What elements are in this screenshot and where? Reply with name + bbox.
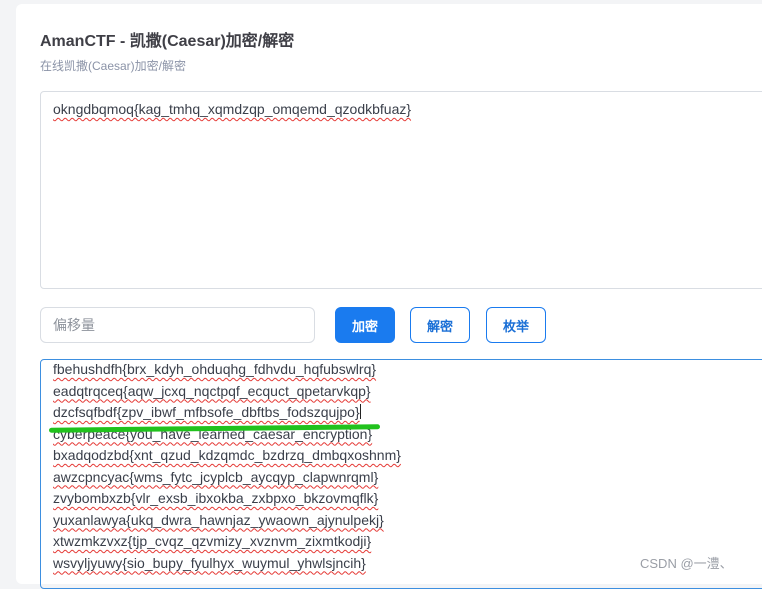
input-text: okngdbqmoq{kag_tmhq_xqmdzqp_omqemd_qzodk… [53, 101, 412, 117]
enumerate-button[interactable]: 枚举 [486, 307, 546, 343]
result-line: fbehushdfh{brx_kdyh_ohduqhg_fdhvdu_hqfub… [53, 361, 377, 377]
result-lines: fbehushdfh{brx_kdyh_ohduqhg_fdhvdu_hqfub… [53, 360, 762, 574]
encrypt-button[interactable]: 加密 [335, 307, 395, 343]
text-cursor [359, 404, 361, 419]
offset-input[interactable] [40, 307, 315, 343]
result-line: zvybombxzb{vlr_exsb_ibxokba_zxbpxo_bkzov… [53, 490, 379, 506]
result-line: eadqtrqceq{aqw_jcxq_nqctpqf_ecquct_qpeta… [53, 382, 371, 399]
result-line: awzcpncyac{wms_fytc_jcyplcb_aycqyp_clapw… [53, 468, 379, 485]
result-line: yuxanlawya{ukq_dwra_hawnjaz_ywaown_ajynu… [53, 511, 384, 528]
csdn-watermark: CSDN @一澧、 [640, 556, 733, 571]
result-line: xtwzmkzvxz{tjp_cvqz_qzvmizy_xvznvm_zixmt… [53, 533, 372, 549]
decrypt-button[interactable]: 解密 [410, 307, 470, 343]
result-line: dzcfsqfbdf{zpv_ibwf_mfbsofe_dbftbs_fodsz… [53, 404, 361, 420]
main-card: AmanCTF - 凯撒(Caesar)加密/解密 在线凯撒(Caesar)加密… [16, 4, 762, 589]
result-line: bxadqodzbd{xnt_qzud_kdzqmdc_bzdrzq_dmbqx… [53, 447, 401, 463]
plaintext-textarea[interactable]: okngdbqmoq{kag_tmhq_xqmdzqp_omqemd_qzodk… [40, 91, 762, 289]
page-subtitle: 在线凯撒(Caesar)加密/解密 [40, 59, 187, 73]
page-title: AmanCTF - 凯撒(Caesar)加密/解密 [40, 33, 295, 50]
